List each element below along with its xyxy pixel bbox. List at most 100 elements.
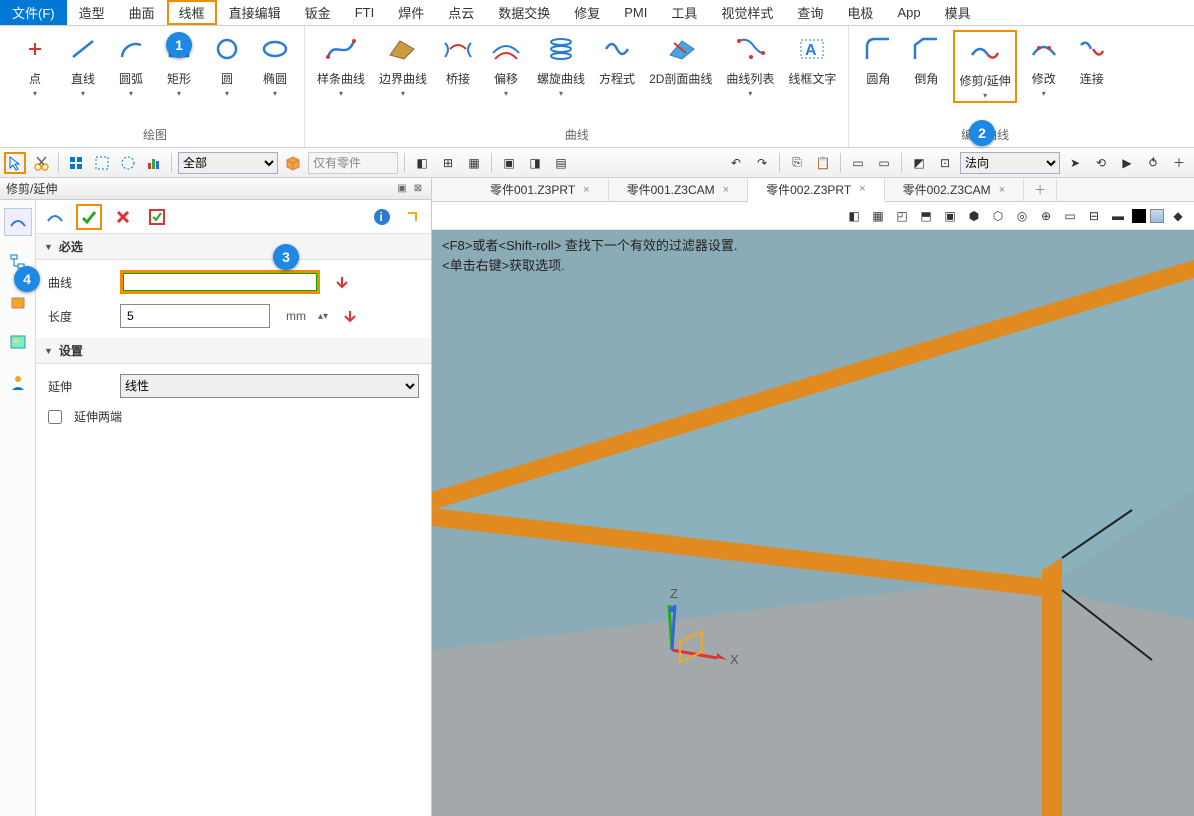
ritem-equation[interactable]: 方程式 xyxy=(595,30,639,99)
menu-visual[interactable]: 视觉样式 xyxy=(709,0,785,25)
apply-button[interactable] xyxy=(144,204,170,230)
ritem-fillet[interactable]: 圆角 xyxy=(857,30,899,103)
menu-wireframe[interactable]: 线框 xyxy=(167,0,217,25)
curve-pick-icon[interactable] xyxy=(332,272,352,292)
vtb-icon[interactable]: ◎ xyxy=(1012,206,1032,226)
close-icon[interactable]: × xyxy=(723,184,729,196)
panel-close-icon[interactable]: ⊠ xyxy=(411,182,425,196)
qtb-redo-icon[interactable]: ↷ xyxy=(751,152,773,174)
qtb-plus-icon[interactable]: ＋ xyxy=(1168,152,1190,174)
cancel-button[interactable] xyxy=(110,204,136,230)
vtb-icon[interactable]: ⊕ xyxy=(1036,206,1056,226)
qtb-undo-icon[interactable]: ↶ xyxy=(725,152,747,174)
qtb-layer1-icon[interactable]: ▭ xyxy=(847,152,869,174)
vtb-icon[interactable]: ▭ xyxy=(1060,206,1080,226)
section-required[interactable]: ▼ 必选 xyxy=(36,234,431,260)
menu-repair[interactable]: 修复 xyxy=(562,0,612,25)
vtb-icon[interactable]: ◧ xyxy=(844,206,864,226)
vtb-icon[interactable]: ⊟ xyxy=(1084,206,1104,226)
qtb-box-icon[interactable] xyxy=(282,152,304,174)
menu-sheetmetal[interactable]: 钣金 xyxy=(293,0,343,25)
ritem-offset[interactable]: 偏移▾ xyxy=(485,30,527,99)
vtb-icon[interactable] xyxy=(1132,209,1146,223)
length-input[interactable] xyxy=(120,304,270,328)
qtb-chart-icon[interactable] xyxy=(143,152,165,174)
qtb-dotted-box-icon[interactable] xyxy=(91,152,113,174)
stepper-icon[interactable]: ▴▾ xyxy=(318,311,328,322)
ritem-spline[interactable]: 样条曲线▾ xyxy=(313,30,369,99)
tab-2[interactable]: 零件002.Z3PRT× xyxy=(748,178,885,202)
qtb-dotted-circle-icon[interactable] xyxy=(117,152,139,174)
qtb-tool1-icon[interactable]: ◧ xyxy=(411,152,433,174)
vtb-icon[interactable]: ⬢ xyxy=(964,206,984,226)
menu-mold[interactable]: 模具 xyxy=(933,0,983,25)
qtb-pointer-icon[interactable]: ➤ xyxy=(1064,152,1086,174)
menu-dataexchange[interactable]: 数据交换 xyxy=(486,0,562,25)
menu-query[interactable]: 查询 xyxy=(785,0,835,25)
vtb-icon[interactable]: ▣ xyxy=(940,206,960,226)
vtb-icon[interactable]: ◰ xyxy=(892,206,912,226)
ritem-connect[interactable]: 连接 xyxy=(1071,30,1113,103)
ritem-wiretext[interactable]: A线框文字 xyxy=(784,30,840,99)
close-icon[interactable]: × xyxy=(859,183,865,195)
vtb-icon[interactable]: ▦ xyxy=(868,206,888,226)
tab-1[interactable]: 零件001.Z3CAM× xyxy=(609,178,748,201)
qtb-tool4-icon[interactable]: ▣ xyxy=(498,152,520,174)
vtb-icon[interactable]: ▬ xyxy=(1108,206,1128,226)
both-ends-checkbox[interactable] xyxy=(48,410,62,424)
ltab-image-icon[interactable] xyxy=(4,328,32,356)
qtb-select-normal[interactable]: 法向 xyxy=(960,152,1060,174)
qtb-select-all[interactable]: 全部 xyxy=(178,152,278,174)
qtb-orbit-icon[interactable]: ⟲ xyxy=(1090,152,1112,174)
qtb-tool5-icon[interactable]: ◨ xyxy=(524,152,546,174)
extend-select[interactable]: 线性 xyxy=(120,374,419,398)
section-settings[interactable]: ▼ 设置 xyxy=(36,338,431,364)
menu-app[interactable]: App xyxy=(885,0,932,25)
vtb-icon[interactable]: ◆ xyxy=(1168,206,1188,226)
menu-file[interactable]: 文件(F) xyxy=(0,0,67,25)
qtb-layer2-icon[interactable]: ▭ xyxy=(873,152,895,174)
qtb-cursor-icon[interactable] xyxy=(4,152,26,174)
vtb-icon[interactable] xyxy=(1150,209,1164,223)
expand-button[interactable] xyxy=(399,204,425,230)
qtb-tool6-icon[interactable]: ▤ xyxy=(550,152,572,174)
ok-button[interactable] xyxy=(76,204,102,230)
menu-tools[interactable]: 工具 xyxy=(659,0,709,25)
ltab-user-icon[interactable] xyxy=(4,368,32,396)
panel-curve-icon[interactable] xyxy=(42,204,68,230)
info-button[interactable]: i xyxy=(369,204,395,230)
tab-add[interactable]: ＋ xyxy=(1024,178,1057,201)
qtb-tool3-icon[interactable]: ▦ xyxy=(463,152,485,174)
menu-pmi[interactable]: PMI xyxy=(612,0,659,25)
ritem-chamfer[interactable]: 倒角 xyxy=(905,30,947,103)
qtb-tool2-icon[interactable]: ⊞ xyxy=(437,152,459,174)
vtb-icon[interactable]: ⬡ xyxy=(988,206,1008,226)
ltab-box-icon[interactable] xyxy=(4,288,32,316)
menu-directedit[interactable]: 直接编辑 xyxy=(217,0,293,25)
ritem-point[interactable]: 点▾ xyxy=(14,30,56,99)
menu-electrode[interactable]: 电极 xyxy=(835,0,885,25)
vtb-icon[interactable]: ⬒ xyxy=(916,206,936,226)
ritem-helix[interactable]: 螺旋曲线▾ xyxy=(533,30,589,99)
qtb-view1-icon[interactable]: ◩ xyxy=(908,152,930,174)
ritem-2dsection[interactable]: 2D剖面曲线 xyxy=(645,30,716,99)
menu-fti[interactable]: FTI xyxy=(343,0,387,25)
ritem-circle[interactable]: 圆▾ xyxy=(206,30,248,99)
qtb-play-icon[interactable]: ▶ xyxy=(1116,152,1138,174)
ritem-line[interactable]: 直线▾ xyxy=(62,30,104,99)
qtb-grid-icon[interactable] xyxy=(65,152,87,174)
ltab-curve-icon[interactable] xyxy=(4,208,32,236)
ritem-arc[interactable]: 圆弧▾ xyxy=(110,30,152,99)
length-pick-icon[interactable] xyxy=(340,306,360,326)
panel-pin-icon[interactable]: ▣ xyxy=(395,182,409,196)
close-icon[interactable]: × xyxy=(999,184,1005,196)
close-icon[interactable]: × xyxy=(583,184,589,196)
qtb-copy-icon[interactable]: ⎘ xyxy=(786,152,808,174)
tab-0[interactable]: 零件001.Z3PRT× xyxy=(472,178,609,201)
tab-3[interactable]: 零件002.Z3CAM× xyxy=(885,178,1024,201)
menu-shape[interactable]: 造型 xyxy=(67,0,117,25)
menu-pointcloud[interactable]: 点云 xyxy=(436,0,486,25)
3d-viewport[interactable]: X Z <F8>或者<Shift-roll> 查找下一个有效的过滤器设置. <单… xyxy=(432,230,1194,816)
ritem-boundary[interactable]: 边界曲线▾ xyxy=(375,30,431,99)
menu-surface[interactable]: 曲面 xyxy=(117,0,167,25)
